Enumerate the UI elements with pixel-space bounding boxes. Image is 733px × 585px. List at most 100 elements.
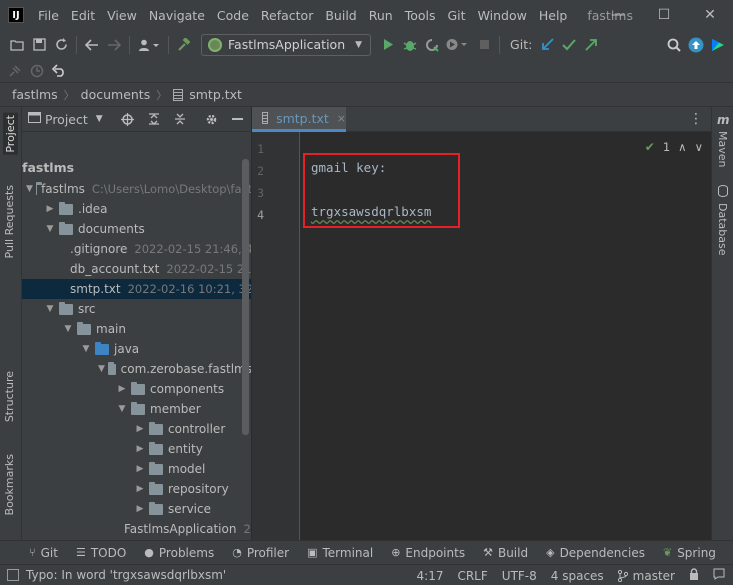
back-arrow-icon[interactable] — [81, 34, 103, 56]
profile-run-icon[interactable] — [443, 34, 473, 56]
tree-row[interactable]: ▼ documents — [22, 219, 251, 239]
chevron-down-icon[interactable]: ▼ — [44, 224, 56, 234]
tab-database[interactable]: Database — [716, 203, 729, 256]
expand-all-icon[interactable] — [143, 108, 165, 130]
tree-row[interactable]: ▼ main — [22, 319, 251, 339]
tree-row[interactable]: ▼ fastlms C:\Users\Lomo\Desktop\fast — [22, 179, 251, 199]
tool-endpoints[interactable]: ⊕ Endpoints — [382, 546, 474, 560]
tab-pull-requests[interactable]: Pull Requests — [3, 185, 16, 258]
menu-code[interactable]: Code — [211, 8, 255, 23]
chevron-down-icon[interactable]: ▼ — [62, 324, 74, 334]
tree-row[interactable]: db_account.txt 2022-02-15 21:46, — [22, 259, 251, 279]
undo-icon[interactable] — [48, 60, 70, 82]
chevron-right-icon[interactable]: ▶ — [44, 204, 56, 214]
run-icon[interactable] — [377, 34, 399, 56]
breadcrumb-project[interactable]: fastlms — [12, 87, 58, 102]
tree-row[interactable]: ▶ repository — [22, 479, 251, 499]
search-icon[interactable] — [663, 34, 685, 56]
gear-icon[interactable] — [201, 108, 223, 130]
locate-file-icon[interactable] — [117, 108, 139, 130]
tree-row[interactable]: ▼ java — [22, 339, 251, 359]
close-window-button[interactable]: ✕ — [687, 0, 733, 30]
line-separator[interactable]: CRLF — [450, 569, 494, 583]
git-commit-icon[interactable] — [558, 34, 580, 56]
user-dropdown-icon[interactable] — [134, 34, 164, 56]
tree-row[interactable]: ▶ entity — [22, 439, 251, 459]
menu-edit[interactable]: Edit — [65, 8, 101, 23]
tree-row[interactable]: smtp.txt 2022-02-16 10:21, 32 B — [22, 279, 251, 299]
tree-row[interactable]: ▶ controller — [22, 419, 251, 439]
tool-git[interactable]: ⑂ Git — [20, 546, 67, 560]
status-toggle-icon[interactable] — [7, 569, 19, 584]
chevron-down-icon[interactable]: ▼ — [26, 184, 33, 194]
menu-window[interactable]: Window — [472, 8, 533, 23]
breadcrumb-file[interactable]: smtp.txt — [173, 87, 242, 102]
tree-row[interactable]: .gitignore 2022-02-15 21:46, 469 B — [22, 239, 251, 259]
file-encoding[interactable]: UTF-8 — [495, 569, 544, 583]
menu-git[interactable]: Git — [442, 8, 472, 23]
tree-row[interactable]: ▶ service — [22, 499, 251, 519]
minimize-button[interactable]: — — [595, 0, 641, 30]
chevron-down-icon[interactable]: ▼ — [80, 344, 92, 354]
tree-row[interactable]: ▶ .idea — [22, 199, 251, 219]
tree-row[interactable]: ▶ model — [22, 459, 251, 479]
run-config-selector[interactable]: FastlmsApplication ▼ — [201, 33, 372, 56]
debug-icon[interactable] — [399, 34, 421, 56]
tool-dependencies[interactable]: ◈ Dependencies — [537, 546, 654, 560]
tool-build[interactable]: ⚒ Build — [474, 546, 537, 560]
tab-bookmarks[interactable]: Bookmarks — [3, 454, 16, 515]
chevron-up-icon[interactable]: ∧ — [678, 140, 686, 154]
tree-row[interactable]: ▼ member — [22, 399, 251, 419]
more-options-icon[interactable]: ⋮ — [689, 111, 703, 127]
menu-refactor[interactable]: Refactor — [255, 8, 319, 23]
breadcrumb-folder[interactable]: documents — [81, 87, 151, 102]
menu-run[interactable]: Run — [363, 8, 399, 23]
coverage-icon[interactable] — [421, 34, 443, 56]
tab-project[interactable]: Project — [3, 113, 18, 155]
tool-spring[interactable]: ❦ Spring — [654, 546, 725, 560]
chevron-down-icon[interactable]: ∨ — [695, 140, 703, 154]
plugin-logo-icon[interactable] — [707, 34, 729, 56]
tab-smtp-txt[interactable]: smtp.txt × — [252, 107, 346, 132]
menu-navigate[interactable]: Navigate — [143, 8, 211, 23]
maximize-button[interactable]: ☐ — [641, 0, 687, 30]
chevron-right-icon[interactable]: ▶ — [116, 384, 128, 394]
menu-view[interactable]: View — [101, 8, 143, 23]
update-available-icon[interactable] — [685, 34, 707, 56]
stop-icon[interactable] — [473, 34, 495, 56]
pin-icon[interactable] — [4, 60, 26, 82]
event-log-icon[interactable] — [706, 568, 733, 583]
forward-arrow-icon[interactable] — [103, 34, 125, 56]
git-branch[interactable]: master — [611, 569, 682, 583]
open-folder-icon[interactable] — [6, 34, 28, 56]
tree-scrollbar[interactable] — [242, 159, 249, 435]
chevron-right-icon[interactable]: ▶ — [134, 444, 146, 454]
tool-todo[interactable]: ☰ TODO — [67, 546, 135, 560]
lock-icon[interactable] — [682, 568, 706, 583]
tree-row[interactable]: ▼ com.zerobase.fastlms — [22, 359, 251, 379]
chevron-down-icon[interactable]: ▼ — [116, 404, 128, 414]
inspection-widget[interactable]: ✔ 1 ∧ ∨ — [645, 140, 703, 154]
project-view-selector[interactable]: Project ▼ — [28, 112, 103, 127]
chevron-down-icon[interactable]: ▼ — [44, 304, 56, 314]
menu-build[interactable]: Build — [319, 8, 362, 23]
tab-structure[interactable]: Structure — [3, 371, 16, 422]
chevron-down-icon[interactable]: ▼ — [98, 364, 105, 374]
tool-terminal[interactable]: ▣ Terminal — [298, 546, 382, 560]
save-icon[interactable] — [28, 34, 50, 56]
chevron-right-icon[interactable]: ▶ — [134, 424, 146, 434]
close-tab-icon[interactable]: × — [337, 112, 346, 125]
chevron-right-icon[interactable]: ▶ — [134, 464, 146, 474]
tree-row[interactable]: FastlmsApplication 202 — [22, 519, 251, 539]
tool-problems[interactable]: ● Problems — [135, 546, 223, 560]
caret-position[interactable]: 4:17 — [410, 569, 451, 583]
chevron-right-icon[interactable]: ▶ — [134, 504, 146, 514]
tree-row[interactable]: ▶ components — [22, 379, 251, 399]
tab-maven[interactable]: Maven — [716, 131, 729, 167]
tool-profiler[interactable]: ◔ Profiler — [223, 546, 298, 560]
menu-tools[interactable]: Tools — [399, 8, 442, 23]
git-update-icon[interactable] — [536, 34, 558, 56]
menu-file[interactable]: File — [32, 8, 65, 23]
collapse-all-icon[interactable] — [169, 108, 191, 130]
menu-help[interactable]: Help — [533, 8, 574, 23]
